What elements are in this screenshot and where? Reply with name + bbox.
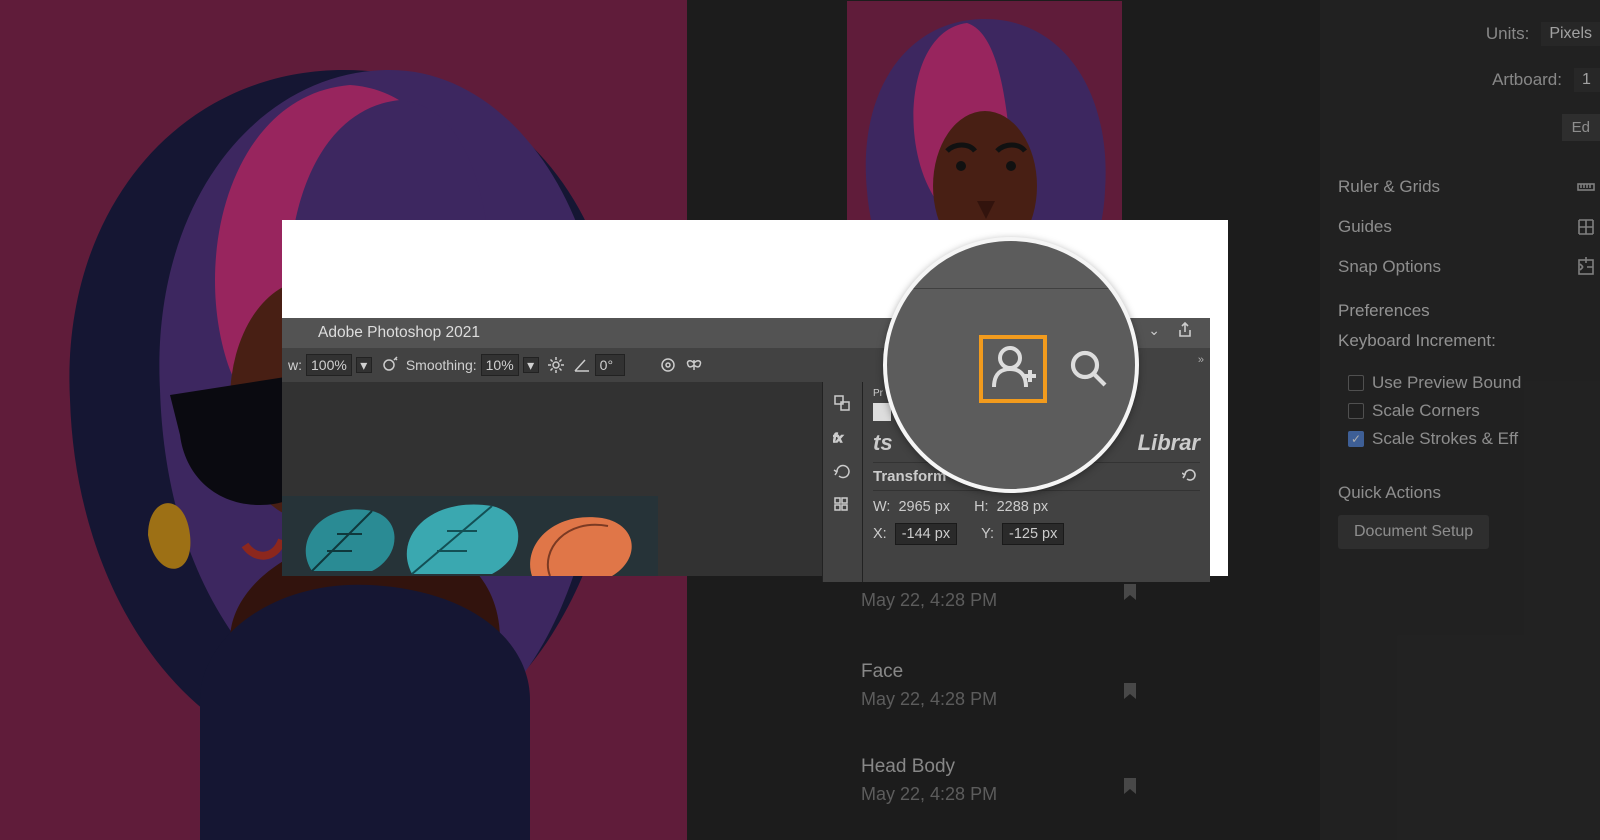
height-value: 2288 px	[997, 499, 1049, 515]
version-item[interactable]: May 22, 4:28 PM	[847, 580, 1147, 621]
search-icon[interactable]	[1069, 349, 1109, 389]
edit-artboards-button[interactable]: Ed	[1562, 114, 1600, 141]
transform-header: Transform	[873, 468, 946, 485]
expand-panel-icon[interactable]: »	[1198, 354, 1204, 366]
share-icon[interactable]	[1176, 321, 1194, 339]
artboard-label: Artboard:	[1492, 70, 1562, 90]
document-canvas[interactable]	[282, 382, 822, 576]
smoothing-dropdown[interactable]: 10%	[481, 354, 519, 376]
version-timestamp: May 22, 4:28 PM	[861, 590, 1139, 611]
svg-text:fx: fx	[833, 431, 843, 445]
version-name: Head Body	[861, 756, 1139, 778]
fx-panel-icon[interactable]: fx	[833, 428, 853, 446]
version-timestamp: May 22, 4:28 PM	[861, 784, 1139, 805]
artboard-value[interactable]: 1	[1574, 68, 1600, 92]
view-label: w:	[288, 357, 302, 373]
swatches-panel-icon[interactable]	[833, 496, 853, 514]
y-input[interactable]: -125 px	[1002, 523, 1064, 545]
version-history-list: May 22, 4:28 PM Face May 22, 4:28 PM Hea…	[847, 580, 1147, 815]
checkbox-icon[interactable]	[1348, 375, 1364, 391]
version-name: Face	[861, 661, 1139, 683]
angle-icon	[573, 356, 591, 374]
keyboard-increment-label: Keyboard Increment:	[1320, 331, 1600, 369]
x-label: X:	[873, 526, 887, 542]
tab-partial-left[interactable]: ts	[873, 430, 893, 456]
units-dropdown[interactable]: Pixels	[1541, 22, 1600, 46]
color-panel-icon[interactable]	[833, 394, 853, 412]
scale-strokes-checkbox-row[interactable]: Scale Strokes & Eff	[1320, 425, 1600, 453]
height-label: H:	[974, 499, 989, 515]
dropdown-chevron-icon[interactable]: ▾	[356, 357, 372, 373]
snap-options-row[interactable]: Snap Options	[1320, 247, 1600, 287]
version-item[interactable]: Head Body May 22, 4:28 PM	[847, 746, 1147, 815]
document-icon	[873, 403, 891, 421]
width-label: W:	[873, 499, 890, 515]
bookmark-icon	[1123, 583, 1137, 601]
document-setup-button[interactable]: Document Setup	[1338, 515, 1489, 549]
ruler-grids-row[interactable]: Ruler & Grids	[1320, 167, 1600, 207]
smoothing-label: Smoothing:	[406, 357, 477, 373]
y-label: Y:	[981, 526, 994, 542]
checkbox-icon[interactable]	[1348, 431, 1364, 447]
snap-icon	[1576, 257, 1596, 277]
tab-libraries[interactable]: Librar	[1138, 430, 1200, 456]
preferences-header: Preferences	[1320, 287, 1600, 331]
version-item[interactable]: Face May 22, 4:28 PM	[847, 651, 1147, 720]
bookmark-icon	[1123, 777, 1137, 795]
pressure-size-icon[interactable]	[380, 356, 398, 374]
guides-row[interactable]: Guides	[1320, 207, 1600, 247]
canvas-artwork	[282, 496, 658, 576]
callout-circle	[883, 237, 1139, 493]
zoom-dropdown[interactable]: 100%	[306, 354, 352, 376]
grid-icon	[1576, 217, 1596, 237]
app-title: Adobe Photoshop 2021	[318, 324, 480, 342]
invite-to-edit-icon[interactable]	[988, 341, 1038, 391]
chevron-down-icon[interactable]: ⌄	[1148, 322, 1160, 339]
version-timestamp: May 22, 4:28 PM	[861, 689, 1139, 710]
quick-actions-header: Quick Actions	[1320, 453, 1600, 515]
preview-bounds-checkbox-row[interactable]: Use Preview Bound	[1320, 369, 1600, 397]
butterfly-icon[interactable]	[685, 356, 703, 374]
bookmark-icon	[1123, 682, 1137, 700]
gear-icon[interactable]	[547, 356, 565, 374]
panel-icon-strip: fx	[822, 382, 862, 582]
properties-panel: Units: Pixels Artboard: 1 Ed Ruler & Gri…	[1320, 0, 1600, 840]
angle-input[interactable]: 0°	[595, 354, 625, 376]
dropdown-chevron-icon[interactable]: ▾	[523, 357, 539, 373]
target-icon[interactable]	[659, 356, 677, 374]
panel-tab-label[interactable]: Pr	[873, 388, 883, 399]
checkbox-icon[interactable]	[1348, 403, 1364, 419]
width-value: 2965 px	[898, 499, 950, 515]
ruler-icon	[1576, 177, 1596, 197]
scale-corners-checkbox-row[interactable]: Scale Corners	[1320, 397, 1600, 425]
reset-icon[interactable]	[1182, 468, 1200, 482]
units-label: Units:	[1486, 24, 1529, 44]
history-panel-icon[interactable]	[833, 462, 853, 480]
x-input[interactable]: -144 px	[895, 523, 957, 545]
